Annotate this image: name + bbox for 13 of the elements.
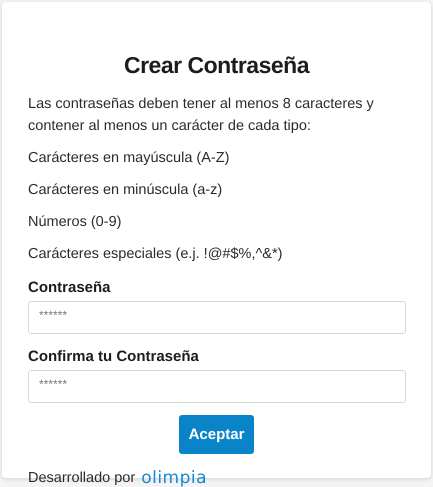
password-field[interactable]: ****** — [28, 370, 406, 403]
field-label: Contraseña — [28, 279, 112, 296]
requirement-text: Carácteres especiales (e.j. !@#$%,^&*) — [28, 245, 284, 264]
credit-text: Desarrollado por — [28, 470, 136, 486]
password-field[interactable]: ****** — [28, 301, 406, 334]
requirement-text: Números (0-9) — [28, 213, 122, 232]
brand-logo[interactable]: olimpia — [141, 468, 208, 487]
page-title: Crear Contraseña — [122, 52, 311, 79]
accept-button[interactable]: Aceptar — [179, 415, 254, 454]
instructions-text: Las contraseñas deben tener al menos 8 caracteres y contener al menos un carácter de cada tipo: — [28, 95, 375, 136]
requirement-text: Carácteres en mayúscula (A-Z) — [28, 149, 230, 168]
requirement-text: Carácteres en minúscula (a-z) — [28, 181, 224, 200]
field-label: Confirma tu Contraseña — [28, 348, 200, 365]
